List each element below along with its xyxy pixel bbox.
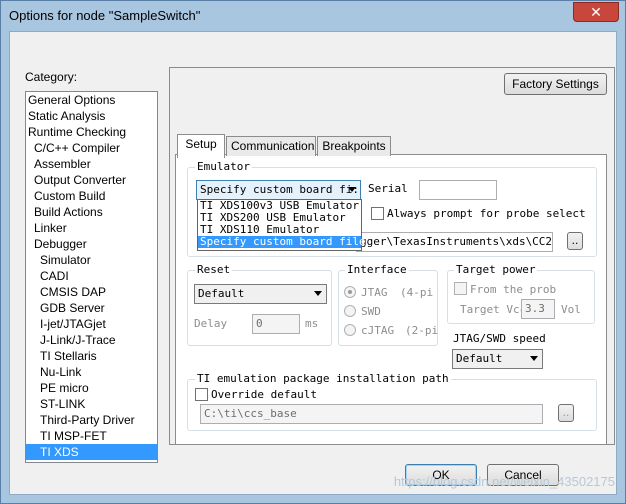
watermark-text: https://blog.csdn.net/weixin_43502175 (393, 474, 615, 489)
from-probe-label: From the prob (470, 283, 557, 296)
category-item[interactable]: Nu-Link (26, 364, 157, 380)
category-item[interactable]: Custom Build (26, 188, 157, 204)
category-item[interactable]: Linker (26, 220, 157, 236)
category-item[interactable]: Build Actions (26, 204, 157, 220)
emulator-dropdown-list[interactable]: TI XDS100v3 USB Emulator TI XDS200 USB Em… (197, 199, 366, 251)
category-item[interactable]: Third-Party Driver (26, 412, 157, 428)
emulator-select-value: Specify custom board fi: (200, 183, 359, 196)
chevron-down-icon (348, 187, 356, 192)
category-item[interactable]: Runtime Checking (26, 124, 157, 140)
category-item[interactable]: Static Analysis (26, 108, 157, 124)
reset-select-value: Default (198, 287, 245, 300)
interface-cjtag-radio[interactable] (344, 324, 356, 336)
speed-select-value: Default (456, 352, 503, 365)
interface-swd-label: SWD (361, 305, 381, 318)
reset-select[interactable]: Default (194, 284, 327, 304)
speed-label: JTAG/SWD speed (453, 332, 546, 345)
emulator-group-title: Emulator (195, 160, 252, 173)
close-button[interactable]: ✕ (573, 2, 619, 22)
delay-input[interactable]: 0 (252, 314, 300, 334)
category-item[interactable]: TI Stellaris (26, 348, 157, 364)
window-title: Options for node "SampleSwitch" (9, 8, 201, 23)
emulation-package-browse-button[interactable]: .. (558, 404, 574, 422)
override-default-checkbox[interactable] (195, 388, 208, 401)
reset-group (187, 270, 332, 346)
interface-cjtag-label: cJTAG (361, 324, 395, 337)
delay-label: Delay (194, 317, 228, 330)
close-icon: ✕ (590, 4, 602, 20)
category-item[interactable]: TI MSP-FET (26, 428, 157, 444)
category-item[interactable]: PE micro (26, 380, 157, 396)
interface-jtag-detail: (4-pi (400, 286, 434, 299)
category-item[interactable]: Debugger (26, 236, 157, 252)
board-file-browse-button[interactable]: .. (567, 232, 583, 250)
category-item[interactable]: I-jet/JTAGjet (26, 316, 157, 332)
tab-communication[interactable]: Communication (226, 136, 316, 156)
emulation-package-group-title: TI emulation package installation path (195, 372, 451, 385)
emulator-option[interactable]: Specify custom board file (198, 236, 366, 248)
category-item[interactable]: Simulator (26, 252, 157, 268)
from-probe-checkbox[interactable] (454, 282, 467, 295)
category-item[interactable]: GDB Server (26, 300, 157, 316)
title-bar[interactable]: Options for node "SampleSwitch" ✕ (1, 1, 625, 31)
speed-select[interactable]: Default (452, 349, 543, 369)
delay-unit: ms (305, 317, 319, 330)
always-prompt-checkbox[interactable] (371, 207, 384, 220)
serial-label: Serial (368, 182, 408, 195)
emulator-select[interactable]: Specify custom board fi: (196, 180, 361, 200)
category-item[interactable]: C/C++ Compiler (26, 140, 157, 156)
interface-swd-radio[interactable] (344, 305, 356, 317)
interface-jtag-label: JTAG (361, 286, 388, 299)
category-item[interactable]: CADI (26, 268, 157, 284)
serial-input[interactable] (419, 180, 497, 200)
interface-group-title: Interface (345, 263, 409, 276)
category-item[interactable]: General Options (26, 92, 157, 108)
factory-settings-button[interactable]: Factory Settings (504, 73, 607, 95)
interface-cjtag-detail: (2-pi (405, 324, 439, 337)
target-vcc-label: Target Vcc (460, 303, 527, 316)
tab-setup[interactable]: Setup (177, 134, 225, 158)
interface-jtag-radio[interactable] (344, 286, 356, 298)
target-vcc-input[interactable]: 3.3 (521, 299, 555, 319)
emulation-package-path-input[interactable]: C:\ti\ccs_base (200, 404, 543, 424)
chevron-down-icon (530, 356, 538, 361)
category-item[interactable]: J-Link/J-Trace (26, 332, 157, 348)
target-vcc-unit: Vol (561, 303, 581, 316)
options-dialog: Options for node "SampleSwitch" ✕ Catego… (0, 0, 626, 504)
board-file-path-input[interactable]: gger\TexasInstruments\xds\CC2650 (356, 232, 553, 252)
category-item[interactable]: Assembler (26, 156, 157, 172)
tab-breakpoints[interactable]: Breakpoints (317, 136, 391, 156)
category-item[interactable]: TI XDS (26, 444, 157, 460)
category-item[interactable]: Output Converter (26, 172, 157, 188)
chevron-down-icon (314, 291, 322, 296)
target-power-group-title: Target power (454, 263, 538, 276)
category-list[interactable]: General Options Static Analysis Runtime Ch… (25, 91, 158, 463)
reset-group-title: Reset (195, 263, 233, 276)
category-item[interactable]: ST-LINK (26, 396, 157, 412)
override-default-label: Override default (211, 388, 317, 401)
always-prompt-label: Always prompt for probe select (387, 207, 586, 220)
category-label: Category: (25, 70, 78, 84)
category-item[interactable]: CMSIS DAP (26, 284, 157, 300)
